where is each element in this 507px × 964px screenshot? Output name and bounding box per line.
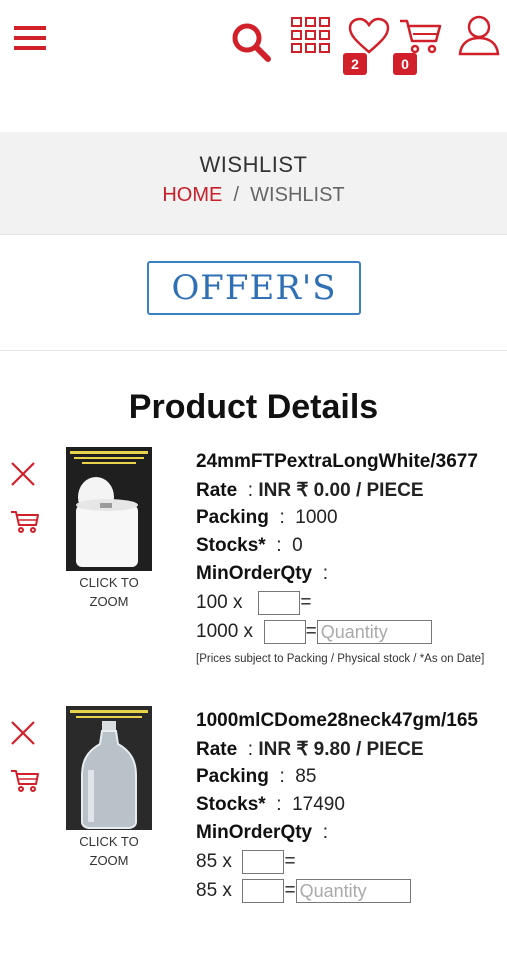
menu-icon[interactable] [14,25,46,51]
qty-box[interactable] [242,879,285,903]
product-rate: Rate : INR ₹ 9.80 / PIECE [196,739,424,760]
product-stocks: Stocks* : 17490 [196,794,345,815]
add-to-cart-icon[interactable] [10,509,40,535]
product-stocks: Stocks* : 0 [196,535,303,556]
quantity-input[interactable]: Quantity [316,620,432,644]
product-item: CLICK TO ZOOM 1000mlCDome28neck47gm/165 … [0,704,507,964]
qty-tier-row: 1000 x = Quantity [196,620,432,644]
product-name[interactable]: 24mmFTPextraLongWhite/3677 [196,451,478,473]
page-title: WISHLIST [199,152,308,177]
breadcrumb-separator: / [233,184,240,206]
quantity-input[interactable]: Quantity [295,879,411,903]
product-image[interactable] [66,447,152,571]
cart-count-badge: 0 [393,53,417,75]
product-packing: Packing : 85 [196,766,317,787]
heart-icon[interactable] [348,17,390,55]
qty-tier-row: 85 x = [196,850,296,874]
price-note: [Prices subject to Packing / Physical st… [196,653,485,665]
breadcrumb-current: WISHLIST [250,184,345,206]
click-to-zoom-label[interactable]: CLICK TO ZOOM [66,832,152,870]
remove-icon[interactable] [10,720,36,746]
offers-button[interactable]: OFFER'S [147,261,361,315]
divider [0,350,507,351]
add-to-cart-icon[interactable] [10,768,40,794]
product-name[interactable]: 1000mlCDome28neck47gm/165 [196,710,478,732]
cart-icon[interactable] [398,17,442,55]
qty-box[interactable] [242,850,285,874]
product-min-order: MinOrderQty : [196,563,328,584]
top-bar: 2 0 [0,0,507,100]
qty-box[interactable] [258,591,301,615]
product-image[interactable] [66,706,152,830]
search-icon[interactable] [230,22,272,62]
remove-icon[interactable] [10,461,36,487]
product-rate: Rate : INR ₹ 0.00 / PIECE [196,480,424,501]
product-packing: Packing : 1000 [196,507,338,528]
wishlist-count-badge: 2 [343,53,367,75]
product-item: CLICK TO ZOOM 24mmFTPextraLongWhite/3677… [0,445,507,705]
breadcrumb-home-link[interactable]: HOME [162,184,222,206]
breadcrumb: HOME / WISHLIST [0,184,507,207]
breadcrumb-section: WISHLIST HOME / WISHLIST [0,132,507,235]
click-to-zoom-label[interactable]: CLICK TO ZOOM [66,573,152,611]
grid-icon[interactable] [290,16,332,54]
user-icon[interactable] [457,14,501,56]
product-min-order: MinOrderQty : [196,822,328,843]
qty-tier-row: 100 x = [196,591,312,615]
qty-tier-row: 85 x = Quantity [196,879,411,903]
qty-box[interactable] [263,620,306,644]
section-title: Product Details [128,388,379,426]
